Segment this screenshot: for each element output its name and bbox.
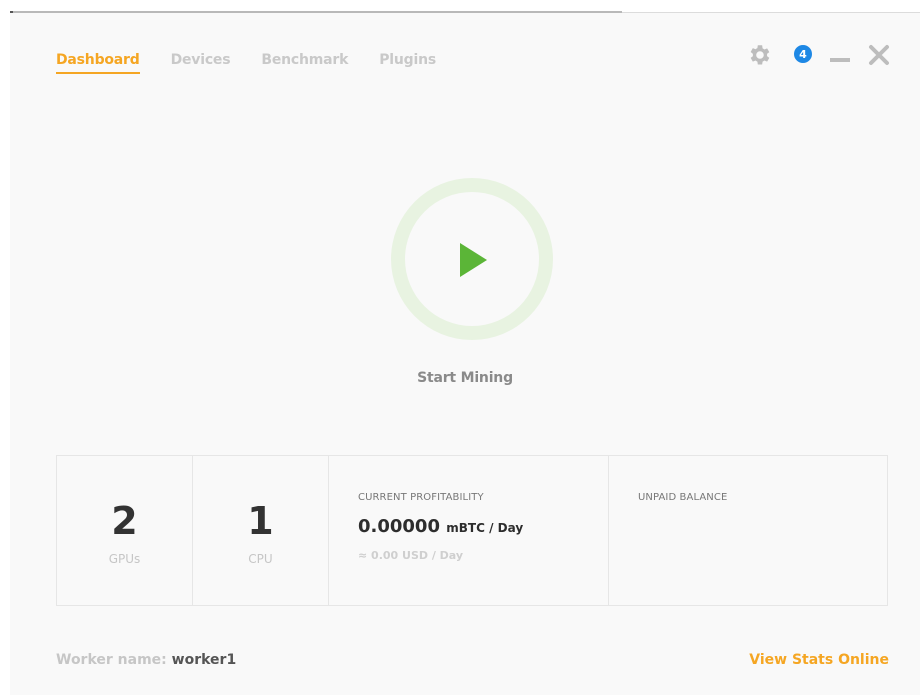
start-mining-label[interactable]: Start Mining — [10, 370, 920, 386]
worker-value: worker1 — [171, 652, 237, 668]
app-window: Dashboard Devices Benchmark Plugins 4 St… — [10, 13, 920, 695]
tab-bar: Dashboard Devices Benchmark Plugins — [56, 52, 436, 74]
cpu-label: CPU — [248, 552, 273, 566]
cpu-count-cell: 1 CPU — [193, 456, 329, 605]
worker-label: Worker name: — [56, 652, 167, 668]
tab-dashboard[interactable]: Dashboard — [56, 52, 140, 74]
close-icon[interactable] — [868, 44, 890, 66]
gpu-count-cell: 2 GPUs — [57, 456, 193, 605]
profitability-unit: mBTC / Day — [446, 521, 524, 535]
tab-devices[interactable]: Devices — [171, 52, 231, 74]
unpaid-balance-cell: UNPAID BALANCE — [609, 456, 887, 605]
cpu-count: 1 — [247, 499, 274, 543]
worker-name: Worker name: worker1 — [56, 652, 236, 668]
tab-plugins[interactable]: Plugins — [379, 52, 436, 74]
view-stats-online-link[interactable]: View Stats Online — [749, 652, 889, 668]
profitability-caption: CURRENT PROFITABILITY — [358, 492, 484, 503]
profitability-number: 0.00000 — [358, 516, 440, 537]
unpaid-balance-caption: UNPAID BALANCE — [638, 492, 728, 503]
minimize-icon[interactable] — [830, 58, 850, 62]
gpu-label: GPUs — [108, 552, 141, 566]
play-icon[interactable] — [458, 242, 488, 278]
profitability-cell: CURRENT PROFITABILITY 0.00000 mBTC / Day… — [329, 456, 609, 605]
profitability-usd: ≈ 0.00 USD / Day — [358, 549, 464, 562]
stats-panel: 2 GPUs 1 CPU CURRENT PROFITABILITY 0.000… — [56, 455, 888, 606]
gear-icon[interactable] — [746, 42, 772, 68]
tab-benchmark[interactable]: Benchmark — [261, 52, 348, 74]
profitability-value: 0.00000 mBTC / Day — [358, 516, 523, 537]
notification-badge[interactable]: 4 — [792, 43, 814, 65]
gpu-count: 2 — [111, 499, 138, 543]
